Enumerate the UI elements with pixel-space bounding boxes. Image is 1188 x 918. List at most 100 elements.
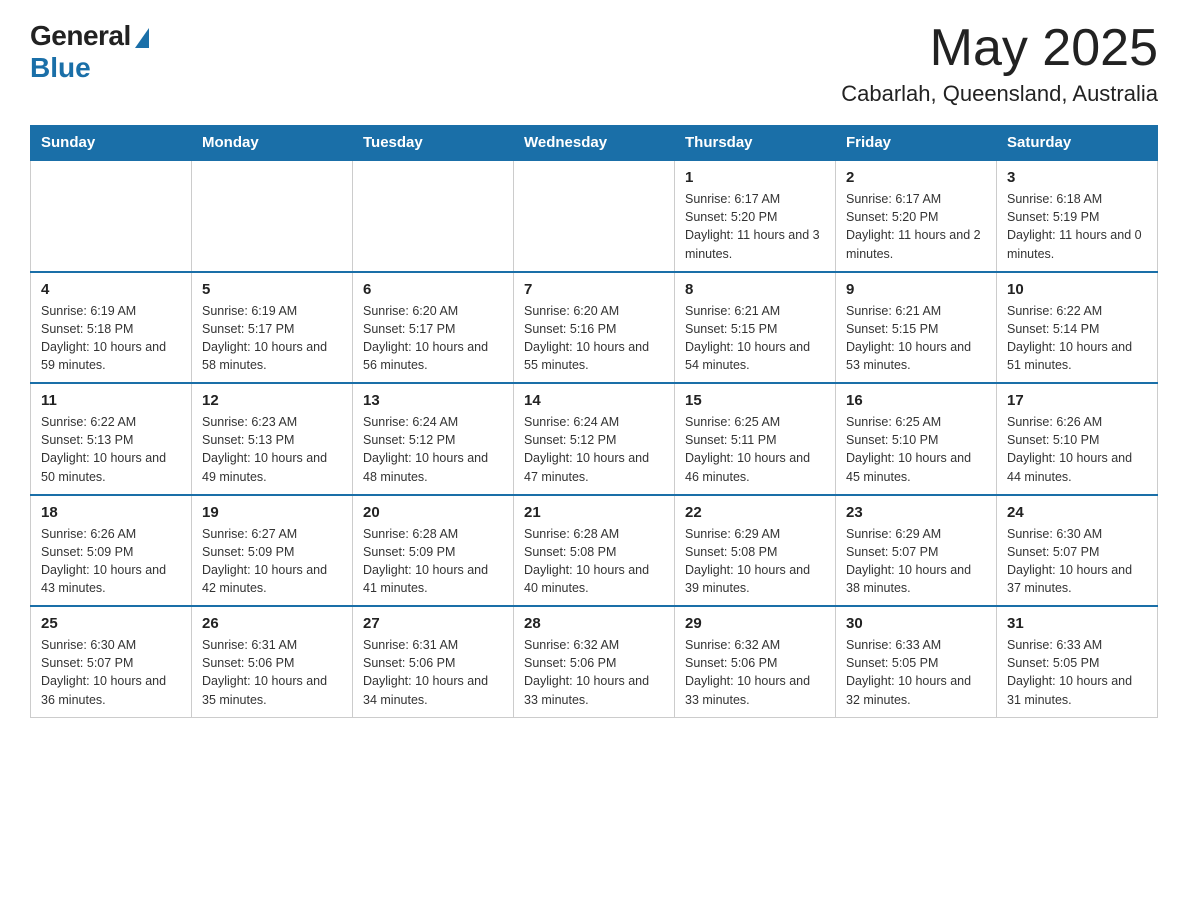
logo: General Blue [30,20,149,84]
day-number: 18 [41,504,181,521]
day-number: 5 [202,281,342,298]
page-header: General Blue May 2025 Cabarlah, Queensla… [30,20,1158,107]
calendar-table: SundayMondayTuesdayWednesdayThursdayFrid… [30,125,1158,718]
calendar-cell: 25 Sunrise: 6:30 AMSunset: 5:07 PMDayligh… [31,606,192,717]
day-info: Sunrise: 6:26 AMSunset: 5:10 PMDaylight:… [1007,413,1147,486]
day-number: 22 [685,504,825,521]
calendar-cell: 7Sunrise: 6:20 AMSunset: 5:16 PMDaylight… [514,272,675,384]
day-info: Sunrise: 6:21 AMSunset: 5:15 PMDaylight:… [846,302,986,375]
calendar-cell: 6 Sunrise: 6:20 AMSunset: 5:17 PMDaylight… [353,272,514,384]
day-info: Sunrise: 6:19 AMSunset: 5:18 PMDaylight:… [41,302,181,375]
weekday-header-saturday: Saturday [997,126,1158,161]
day-number: 21 [524,504,664,521]
day-number: 3 [1007,169,1147,186]
calendar-cell: 1Sunrise: 6:17 AMSunset: 5:20 PMDaylight… [675,160,836,272]
calendar-week-row: 18 Sunrise: 6:26 AMSunset: 5:09 PMDayligh… [31,495,1158,607]
day-info: Sunrise: 6:26 AMSunset: 5:09 PMDaylight:… [41,525,181,598]
calendar-cell: 13Sunrise: 6:24 AMSunset: 5:12 PMDayligh… [353,383,514,495]
day-info: Sunrise: 6:24 AMSunset: 5:12 PMDaylight:… [363,413,503,486]
calendar-cell: 2 Sunrise: 6:17 AMSunset: 5:20 PMDaylight… [836,160,997,272]
calendar-cell: 29 Sunrise: 6:32 AMSunset: 5:06 PMDayligh… [675,606,836,717]
calendar-cell: 31 Sunrise: 6:33 AMSunset: 5:05 PMDayligh… [997,606,1158,717]
day-number: 30 [846,615,986,632]
calendar-cell: 26Sunrise: 6:31 AMSunset: 5:06 PMDayligh… [192,606,353,717]
day-number: 2 [846,169,986,186]
day-number: 29 [685,615,825,632]
day-info: Sunrise: 6:17 AMSunset: 5:20 PMDaylight:… [846,190,986,263]
day-info: Sunrise: 6:32 AMSunset: 5:06 PMDaylight:… [524,636,664,709]
day-number: 26 [202,615,342,632]
calendar-cell: 23 Sunrise: 6:29 AMSunset: 5:07 PMDayligh… [836,495,997,607]
day-info: Sunrise: 6:30 AMSunset: 5:07 PMDaylight:… [1007,525,1147,598]
day-info: Sunrise: 6:33 AMSunset: 5:05 PMDaylight:… [846,636,986,709]
day-info: Sunrise: 6:29 AMSunset: 5:07 PMDaylight:… [846,525,986,598]
day-number: 10 [1007,281,1147,298]
day-number: 7 [524,281,664,298]
day-number: 25 [41,615,181,632]
calendar-cell: 11Sunrise: 6:22 AMSunset: 5:13 PMDayligh… [31,383,192,495]
day-number: 17 [1007,392,1147,409]
day-info: Sunrise: 6:30 AMSunset: 5:07 PMDaylight:… [41,636,181,709]
calendar-cell [192,160,353,272]
day-info: Sunrise: 6:18 AMSunset: 5:19 PMDaylight:… [1007,190,1147,263]
calendar-cell: 5Sunrise: 6:19 AMSunset: 5:17 PMDaylight… [192,272,353,384]
calendar-cell: 18 Sunrise: 6:26 AMSunset: 5:09 PMDayligh… [31,495,192,607]
calendar-cell: 22 Sunrise: 6:29 AMSunset: 5:08 PMDayligh… [675,495,836,607]
calendar-cell: 24 Sunrise: 6:30 AMSunset: 5:07 PMDayligh… [997,495,1158,607]
calendar-cell: 10 Sunrise: 6:22 AMSunset: 5:14 PMDayligh… [997,272,1158,384]
logo-triangle-icon [135,28,149,48]
day-number: 12 [202,392,342,409]
calendar-cell: 20Sunrise: 6:28 AMSunset: 5:09 PMDayligh… [353,495,514,607]
weekday-header-wednesday: Wednesday [514,126,675,161]
calendar-cell [514,160,675,272]
calendar-week-row: 11Sunrise: 6:22 AMSunset: 5:13 PMDayligh… [31,383,1158,495]
calendar-cell [31,160,192,272]
day-number: 9 [846,281,986,298]
day-info: Sunrise: 6:27 AMSunset: 5:09 PMDaylight:… [202,525,342,598]
calendar-cell: 28 Sunrise: 6:32 AMSunset: 5:06 PMDayligh… [514,606,675,717]
calendar-cell: 9 Sunrise: 6:21 AMSunset: 5:15 PMDaylight… [836,272,997,384]
logo-blue-text: Blue [30,52,91,84]
calendar-cell: 27 Sunrise: 6:31 AMSunset: 5:06 PMDayligh… [353,606,514,717]
day-number: 19 [202,504,342,521]
day-number: 8 [685,281,825,298]
day-number: 15 [685,392,825,409]
day-info: Sunrise: 6:33 AMSunset: 5:05 PMDaylight:… [1007,636,1147,709]
day-number: 31 [1007,615,1147,632]
day-number: 24 [1007,504,1147,521]
day-number: 14 [524,392,664,409]
calendar-week-row: 1 Sunrise: 6:17 AMSunset: 5:20 PMDaylight… [31,160,1158,272]
calendar-week-row: 25 Sunrise: 6:30 AMSunset: 5:07 PMDayligh… [31,606,1158,717]
day-number: 4 [41,281,181,298]
day-info: Sunrise: 6:20 AMSunset: 5:17 PMDaylight:… [363,302,503,375]
day-info: Sunrise: 6:22 AMSunset: 5:13 PMDaylight:… [41,413,181,486]
day-number: 28 [524,615,664,632]
calendar-cell: 21 Sunrise: 6:28 AMSunset: 5:08 PMDayligh… [514,495,675,607]
day-info: Sunrise: 6:22 AMSunset: 5:14 PMDaylight:… [1007,302,1147,375]
day-number: 6 [363,281,503,298]
calendar-cell: 19 Sunrise: 6:27 AMSunset: 5:09 PMDayligh… [192,495,353,607]
weekday-header-thursday: Thursday [675,126,836,161]
day-number: 23 [846,504,986,521]
title-block: May 2025 Cabarlah, Queensland, Australia [841,20,1158,107]
day-info: Sunrise: 6:32 AMSunset: 5:06 PMDaylight:… [685,636,825,709]
day-info: Sunrise: 6:23 AMSunset: 5:13 PMDaylight:… [202,413,342,486]
day-number: 1 [685,169,825,186]
month-title: May 2025 [841,20,1158,77]
day-info: Sunrise: 6:24 AMSunset: 5:12 PMDaylight:… [524,413,664,486]
day-info: Sunrise: 6:31 AMSunset: 5:06 PMDaylight:… [363,636,503,709]
day-number: 27 [363,615,503,632]
location-title: Cabarlah, Queensland, Australia [841,81,1158,107]
calendar-cell: 4 Sunrise: 6:19 AMSunset: 5:18 PMDaylight… [31,272,192,384]
calendar-cell: 12 Sunrise: 6:23 AMSunset: 5:13 PMDayligh… [192,383,353,495]
day-info: Sunrise: 6:28 AMSunset: 5:08 PMDaylight:… [524,525,664,598]
calendar-cell: 17 Sunrise: 6:26 AMSunset: 5:10 PMDayligh… [997,383,1158,495]
weekday-header-row: SundayMondayTuesdayWednesdayThursdayFrid… [31,126,1158,161]
day-number: 20 [363,504,503,521]
calendar-cell: 30 Sunrise: 6:33 AMSunset: 5:05 PMDayligh… [836,606,997,717]
day-info: Sunrise: 6:29 AMSunset: 5:08 PMDaylight:… [685,525,825,598]
weekday-header-friday: Friday [836,126,997,161]
calendar-cell: 3 Sunrise: 6:18 AMSunset: 5:19 PMDaylight… [997,160,1158,272]
day-info: Sunrise: 6:21 AMSunset: 5:15 PMDaylight:… [685,302,825,375]
weekday-header-monday: Monday [192,126,353,161]
